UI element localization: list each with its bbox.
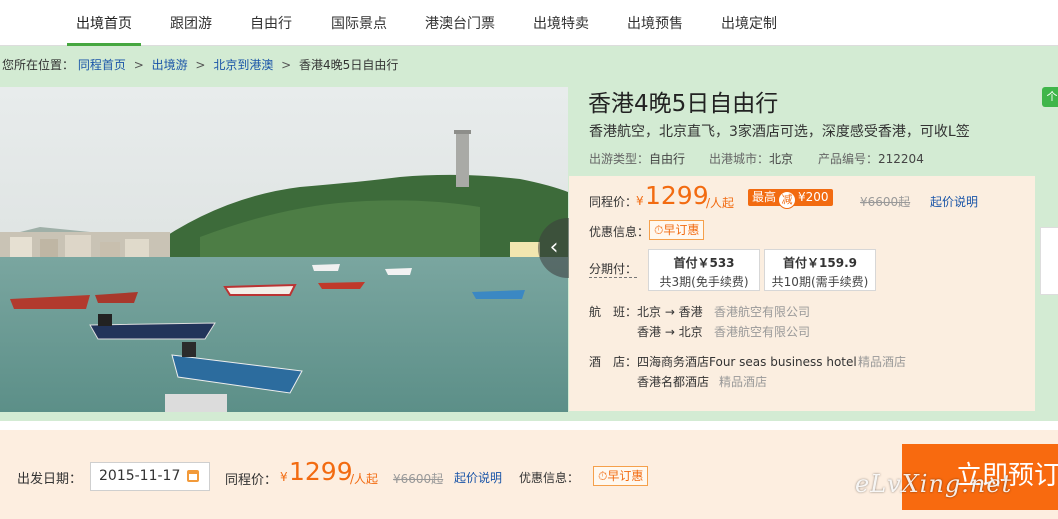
discount-icon: 减 [778,191,797,209]
meta-product-id: 产品编号：212204 [818,150,924,167]
price-unit: /人起 [706,196,735,210]
meta-departure-city: 出港城市：北京 [709,150,793,167]
tab-group-tour[interactable]: 跟团游 [160,0,222,46]
product-photo[interactable] [0,87,568,412]
booking-price-currency: ¥ [280,470,288,484]
original-price: ¥6600起 [860,195,911,209]
flight-route-back: 香港 → 北京 [637,325,703,339]
booking-price-explain-link[interactable]: 起价说明 [454,469,502,486]
tab-intl-sights[interactable]: 国际景点 [320,0,398,46]
booking-price-label: 同程价： [225,473,278,488]
departure-date-label: 出发日期： [17,472,83,487]
installment-option-3[interactable]: 首付￥533 共3期(免手续费) [648,249,760,291]
breadcrumb-separator: > [133,58,144,72]
meta-value: 212204 [878,152,924,166]
breadcrumb: 您所在位置： 同程首页 > 出境游 > 北京到港澳 > 香港4晚5日自由行 [2,56,398,73]
installment-label: 分期付： [589,262,638,278]
early-bird-text: 早订惠 [663,223,700,237]
meta-travel-type: 出游类型：自由行 [589,150,685,167]
booking-price-unit: /人起 [350,472,379,486]
price-label: 同程价： [589,195,638,209]
breadcrumb-prefix: 您所在位置： [2,58,75,72]
early-bird-tag[interactable]: ⏱早订惠 [649,220,705,240]
breadcrumb-separator: > [195,58,206,72]
discount-value: ¥200 [798,190,829,204]
clock-icon: ⏱ [598,469,608,483]
price-explain-link[interactable]: 起价说明 [930,193,978,210]
price-value: 1299 [645,181,709,210]
side-badge[interactable]: 个 [1042,87,1058,107]
tab-outbound-sale[interactable]: 出境特卖 [522,0,600,46]
clock-icon: ⏱ [654,223,664,237]
meta-value: 自由行 [649,152,686,166]
breadcrumb-current: 香港4晚5日自由行 [299,58,399,72]
breadcrumb-link-home[interactable]: 同程首页 [78,58,126,72]
installment-first-pay: 首付￥159.9 [783,256,857,270]
tab-outbound-presale[interactable]: 出境预售 [616,0,694,46]
meta-value: 北京 [769,152,794,166]
installment-desc: 共10期(需手续费) [771,275,869,289]
breadcrumb-separator: > [281,58,292,72]
tab-outbound-home[interactable]: 出境首页 [67,0,141,46]
hotel-grade-1: 精品酒店 [858,355,907,369]
meta-label: 产品编号： [818,152,879,166]
early-bird-text: 早订惠 [607,469,644,483]
installment-desc: 共3期(免手续费) [659,275,749,289]
side-card[interactable] [1040,227,1058,295]
hotel-label: 酒 店： [589,355,638,369]
meta-label: 出游类型： [589,152,650,166]
hotel-grade-2: 精品酒店 [719,375,768,389]
hotel-name-2[interactable]: 香港名都酒店 [637,373,709,390]
booking-promo-label: 优惠信息： [519,471,580,485]
departure-date-input[interactable]: 2015-11-17 [90,462,210,491]
hotel-name-1[interactable]: 四海商务酒店Four seas business hotel [637,353,857,370]
calendar-icon [187,470,199,482]
promo-label: 优惠信息： [589,225,650,239]
flight-route-out: 北京 → 香港 [637,305,703,319]
meta-label: 出港城市： [709,152,770,166]
departure-date-value: 2015-11-17 [99,468,181,484]
booking-early-bird-tag[interactable]: ⏱早订惠 [593,466,649,486]
watermark: eLvXing.net [855,470,1013,498]
tab-outbound-custom[interactable]: 出境定制 [710,0,788,46]
flight-label: 航 班： [589,305,638,319]
top-nav: 出境首页 跟团游 自由行 国际景点 港澳台门票 出境特卖 出境预售 出境定制 [0,0,1058,46]
flight-airline-back: 香港航空有限公司 [714,325,811,339]
product-subtitle: 香港航空，北京直飞，3家酒店可选，深度感受香港，可收L签 [589,124,970,140]
installment-first-pay: 首付￥533 [673,256,735,270]
breadcrumb-link-beijing-hk[interactable]: 北京到港澳 [213,58,273,72]
booking-price-value: 1299 [289,457,353,486]
max-label: 最高 [752,190,777,204]
product-title: 香港4晚5日自由行 [588,91,779,117]
tab-hk-macau-tw-tickets[interactable]: 港澳台门票 [414,0,506,46]
breadcrumb-link-outbound[interactable]: 出境游 [152,58,188,72]
booking-original-price: ¥6600起 [393,472,444,486]
flight-airline-out: 香港航空有限公司 [714,305,811,319]
installment-option-10[interactable]: 首付￥159.9 共10期(需手续费) [764,249,876,291]
price-currency: ¥ [636,194,644,208]
tab-free-travel[interactable]: 自由行 [240,0,302,46]
max-discount-badge: 最高减 ¥200 [748,189,833,209]
